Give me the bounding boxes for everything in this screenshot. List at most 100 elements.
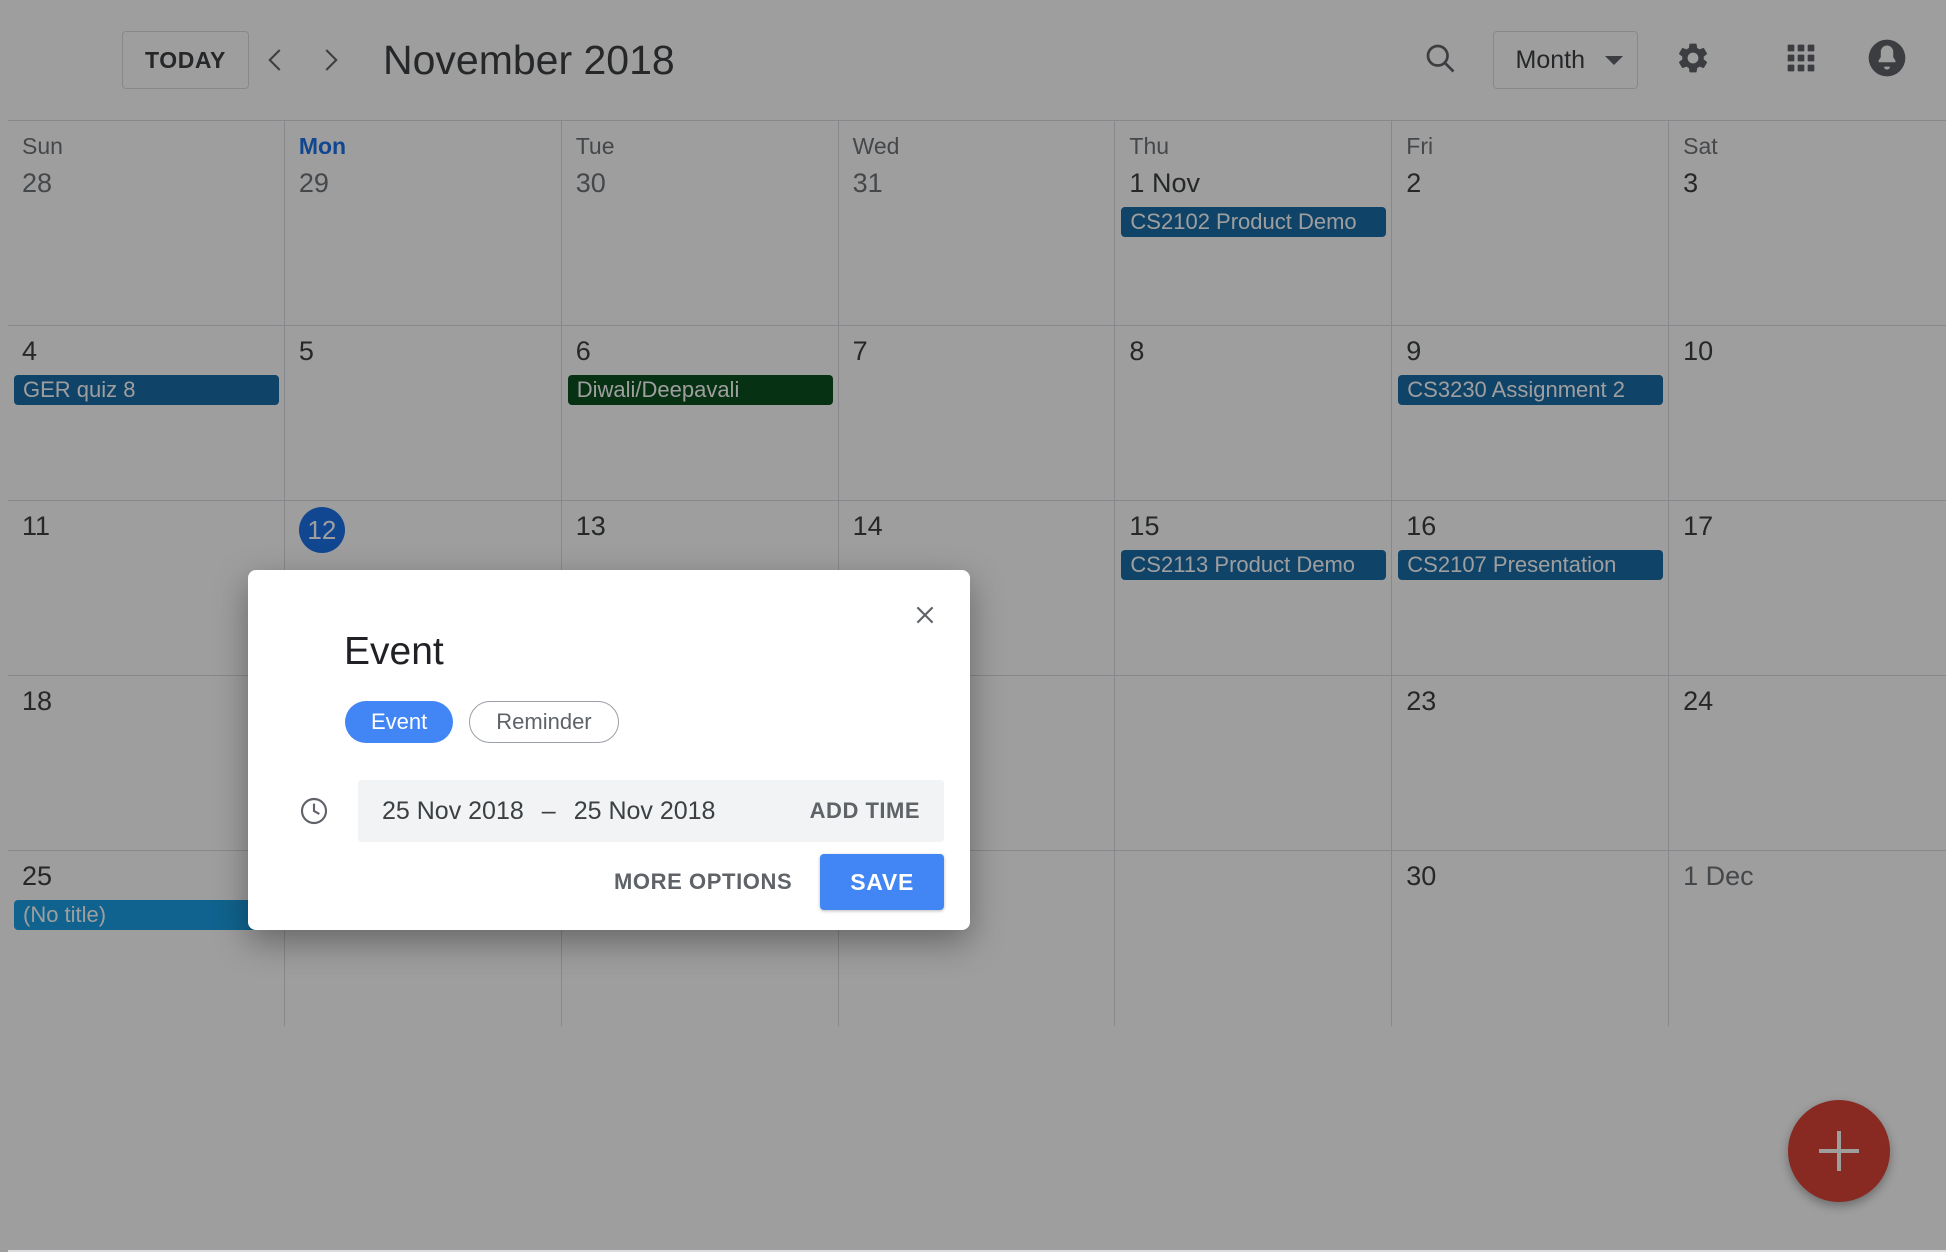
date-range-field[interactable]: 25 Nov 2018 – 25 Nov 2018 ADD TIME [358,780,944,842]
calendar-day-cell[interactable]: Tue 30 [562,121,839,325]
calendar-day-cell[interactable]: 6 Diwali/Deepavali [562,326,839,500]
chevron-right-icon [315,45,345,75]
date-number[interactable] [1115,676,1391,688]
date-number[interactable]: 16 [1392,501,1668,540]
event-quick-create-dialog: Event Event Reminder 25 Nov 2018 – 25 No… [248,570,970,930]
calendar-day-cell[interactable]: 1 Dec [1669,851,1946,1026]
calendar-day-cell[interactable]: Sat 3 [1669,121,1946,325]
calendar-day-cell[interactable]: Fri 2 [1392,121,1670,325]
tab-reminder[interactable]: Reminder [469,701,619,743]
dialog-title: Event [344,630,444,673]
calendar-day-cell[interactable]: 30 [1392,851,1670,1026]
calendar-day-cell[interactable]: 4 GER quiz 8 [8,326,285,500]
calendar-day-cell[interactable]: 5 [285,326,562,500]
close-icon [912,602,938,633]
previous-month-button[interactable] [249,33,303,87]
date-number[interactable]: 15 [1115,501,1391,540]
search-icon [1422,40,1458,81]
calendar-day-cell[interactable] [1115,851,1393,1026]
day-of-week-header: Tue [575,133,615,159]
date-number[interactable]: 9 [1392,326,1668,365]
plus-icon-vertical [1837,1131,1841,1171]
create-event-fab[interactable] [1788,1100,1890,1202]
page-title: November 2018 [382,36,675,83]
calendar-day-cell[interactable]: 18 [8,676,285,850]
save-button[interactable]: SAVE [820,854,944,910]
chevron-down-icon [1605,55,1623,65]
date-number[interactable]: 1 Nov [1115,158,1391,197]
calendar-day-cell[interactable]: 25 (No title) [8,851,285,1026]
date-number[interactable]: 30 [562,158,838,197]
day-of-week-header: Mon [298,133,347,159]
bell-icon [1865,36,1909,85]
date-number[interactable]: 29 [285,158,561,197]
date-number[interactable]: 8 [1115,326,1391,365]
tab-reminder-label: Reminder [496,709,592,734]
calendar-week-row: Sun 28 Mon 29 Tue 30 Wed 31 Thu 1 Nov CS2102 Produ… [8,121,1946,326]
date-number[interactable]: 3 [1669,158,1946,197]
date-number[interactable]: 10 [1669,326,1946,365]
view-mode-select[interactable]: Month [1492,31,1638,89]
date-number[interactable]: 18 [8,676,284,715]
calendar-day-cell[interactable] [1115,676,1393,850]
date-number[interactable]: 11 [8,501,284,540]
end-date-value[interactable]: 25 Nov 2018 [570,797,720,826]
calendar-day-cell[interactable]: 11 [8,501,285,675]
calendar-event-chip[interactable]: CS2107 Presentation [1398,550,1664,580]
date-range-separator: – [541,796,556,825]
calendar-event-chip[interactable]: CS2102 Product Demo [1121,207,1387,237]
day-of-week-header: Sat [1683,133,1718,159]
calendar-day-cell[interactable]: 8 [1115,326,1393,500]
date-number[interactable]: 28 [8,158,284,197]
date-number[interactable]: 2 [1392,158,1668,197]
day-of-week-header: Thu [1129,133,1170,159]
next-month-button[interactable] [303,33,357,87]
date-number[interactable]: 25 [8,851,284,890]
today-button[interactable]: TODAY [122,31,249,89]
calendar-day-cell[interactable]: 9 CS3230 Assignment 2 [1392,326,1670,500]
date-number[interactable]: 1 Dec [1669,851,1946,890]
calendar-event-chip[interactable]: (No title) [14,900,279,930]
calendar-day-cell[interactable]: 16 CS2107 Presentation [1392,501,1670,675]
add-time-button[interactable]: ADD TIME [786,780,944,842]
day-of-week-header: Fri [1406,133,1434,159]
search-button[interactable] [1409,29,1471,91]
notifications-button[interactable] [1856,29,1918,91]
close-button[interactable] [908,600,942,634]
date-number[interactable]: 30 [1392,851,1668,890]
calendar-event-chip[interactable]: Diwali/Deepavali [567,375,833,405]
date-number[interactable]: 6 [562,326,838,365]
calendar-day-cell[interactable]: 24 [1669,676,1946,850]
calendar-day-cell[interactable]: 17 [1669,501,1946,675]
calendar-day-cell[interactable]: Wed 31 [839,121,1116,325]
date-number[interactable]: 31 [839,158,1115,197]
calendar-event-chip[interactable]: CS3230 Assignment 2 [1398,375,1664,405]
calendar-event-chip[interactable]: GER quiz 8 [14,375,279,405]
more-options-button[interactable]: MORE OPTIONS [596,855,810,909]
calendar-day-cell[interactable]: Thu 1 Nov CS2102 Product Demo [1115,121,1393,325]
date-number[interactable]: 13 [562,501,838,540]
start-date-value[interactable]: 25 Nov 2018 [378,797,528,826]
today-date-number[interactable]: 12 [298,507,345,553]
calendar-day-cell[interactable]: Sun 28 [8,121,285,325]
tab-event[interactable]: Event [345,701,454,743]
calendar-app: TODAY November 2018 Month Sun 28 Mon 29 … [0,0,1946,1252]
calendar-day-cell[interactable]: Mon 29 [285,121,562,325]
date-number[interactable]: 4 [8,326,284,365]
calendar-day-cell[interactable]: 10 [1669,326,1946,500]
date-number[interactable]: 14 [839,501,1115,540]
date-number[interactable]: 23 [1392,676,1668,715]
tab-event-label: Event [371,709,428,734]
calendar-day-cell[interactable]: 7 [839,326,1116,500]
date-number[interactable]: 7 [839,326,1115,365]
calendar-day-cell[interactable]: 15 CS2113 Product Demo [1115,501,1393,675]
day-of-week-header: Wed [852,133,900,159]
calendar-event-chip[interactable]: CS2113 Product Demo [1121,550,1387,580]
settings-button[interactable] [1662,29,1724,91]
date-number[interactable]: 17 [1669,501,1946,540]
date-number[interactable]: 5 [285,326,561,365]
date-number[interactable]: 24 [1669,676,1946,715]
apps-button[interactable] [1770,29,1832,91]
calendar-day-cell[interactable]: 23 [1392,676,1670,850]
date-number[interactable] [1115,851,1391,863]
